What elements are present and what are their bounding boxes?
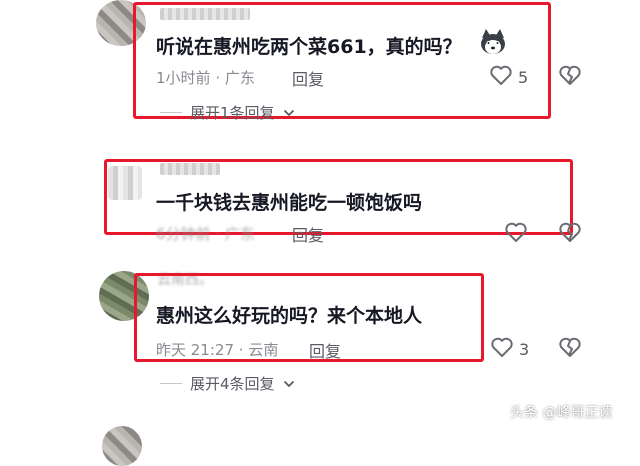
heart-broken-icon[interactable] xyxy=(558,336,582,362)
reply-button[interactable]: 回复 xyxy=(309,338,341,362)
comment-time: 昨天 21:27 xyxy=(156,341,234,359)
comment-text: 一千块钱去惠州能吃一顿饱饭吗 xyxy=(156,192,423,214)
like-count: 5 xyxy=(518,67,529,87)
heart-outline-icon[interactable] xyxy=(504,221,528,247)
expand-replies-button[interactable]: 展开1条回复 xyxy=(160,102,295,123)
comment-location: 云南 xyxy=(248,341,279,359)
reply-button[interactable]: 回复 xyxy=(292,222,324,246)
meta-separator: · xyxy=(215,225,221,243)
like-button[interactable]: 5 xyxy=(489,64,528,90)
watermark: 头条 @峰哥正读 xyxy=(510,405,613,421)
divider-line xyxy=(160,383,182,384)
divider-line xyxy=(160,112,182,113)
chevron-down-icon xyxy=(283,104,295,122)
comment-time: 1小时前 xyxy=(156,69,211,87)
comment-location: 广东 xyxy=(224,69,255,87)
comment-meta: 6分钟前 · 广东 xyxy=(156,223,255,244)
expand-replies-label: 展开4条回复 xyxy=(190,375,275,393)
reply-button[interactable]: 回复 xyxy=(292,66,324,90)
meta-separator: · xyxy=(238,341,244,359)
comment-text: 惠州这么好玩的吗？来个本地人 xyxy=(156,305,423,327)
comment-text: 听说在惠州吃两个菜661，真的吗？ xyxy=(156,36,462,58)
comment-time: 6分钟前 xyxy=(156,225,211,243)
heart-broken-icon[interactable] xyxy=(558,221,582,247)
comment-meta: 昨天 21:27 · 云南 xyxy=(156,339,278,360)
meta-separator: · xyxy=(215,69,221,87)
heart-outline-icon xyxy=(489,64,513,90)
heart-broken-icon[interactable] xyxy=(558,64,582,90)
emoji-husky-icon xyxy=(478,28,508,60)
comment-meta: 1小时前 · 广东 xyxy=(156,67,255,88)
expand-replies-label: 展开1条回复 xyxy=(190,104,275,122)
comment-location: 广东 xyxy=(224,225,255,243)
like-button[interactable]: 3 xyxy=(490,336,529,362)
avatar[interactable] xyxy=(102,426,142,466)
heart-outline-icon xyxy=(490,336,514,362)
expand-replies-button[interactable]: 展开4条回复 xyxy=(160,373,295,394)
like-count: 3 xyxy=(519,339,530,359)
chevron-down-icon xyxy=(283,375,295,393)
